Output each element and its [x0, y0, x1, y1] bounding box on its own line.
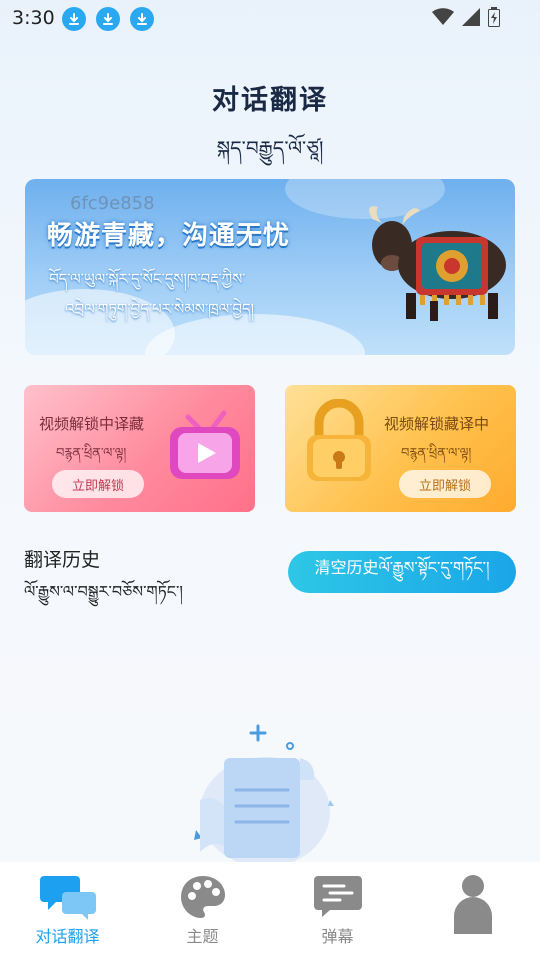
tab-label: 对话翻译 [35, 927, 100, 946]
palette-icon [135, 874, 270, 920]
unlock-now-button[interactable]: 立即解锁 [399, 470, 491, 498]
tab-label: 主题 [186, 927, 219, 946]
promo-banner[interactable]: 6fc9e858 畅游青藏，沟通无忧 བོད་ལ་ཡུལ་སྐོར་དུ་སོང… [25, 179, 515, 355]
yak-illustration [369, 206, 506, 321]
padlock-icon [307, 399, 371, 481]
empty-history-illustration [194, 724, 334, 862]
history-title-tibetan: ལོ་རྒྱུས་ལ་བསྒྱུར་བཅོས་གཏོང་། [24, 582, 183, 601]
tv-play-icon [170, 410, 240, 479]
tab-danmaku[interactable]: 弹幕 [270, 862, 405, 960]
clear-history-button[interactable]: 清空历史ལོ་རྒྱུས་སྟོང་དུ་གཏོང་། [288, 551, 516, 593]
danmaku-icon [270, 874, 405, 920]
bottom-tab-bar: 对话翻译 主题 弹幕 [0, 862, 540, 960]
history-title: 翻译历史 [24, 549, 101, 571]
signal-icon [462, 8, 480, 30]
card-title: 视频解锁中译藏 [39, 415, 145, 433]
banner-slogan: 畅游青藏，沟通无忧 [47, 221, 291, 251]
tab-profile[interactable] [405, 862, 540, 960]
wifi-icon [432, 8, 454, 30]
banner-tibetan-line-2: འབྲེལ་གཏུག་བྱེད་པར་སེམས་ཁྲལ་བྱེད། [65, 300, 254, 318]
unlock-now-button[interactable]: 立即解锁 [52, 470, 144, 498]
status-bar: 3:30 [0, 0, 540, 36]
battery-icon [488, 7, 500, 31]
tab-theme[interactable]: 主题 [135, 862, 270, 960]
chat-bubbles-icon [0, 874, 135, 920]
banner-code-text: 6fc9e858 [70, 193, 155, 214]
page-subtitle-tibetan: སྐད་བརྒྱུད་ལོ་ཙཱ། [216, 136, 324, 160]
download-notification-icon [130, 7, 154, 31]
unlock-zh-to-bo-card[interactable]: 视频解锁中译藏 བརྙན་ཕྲིན་ལ་ལྟ། 立即解锁 [24, 385, 255, 512]
person-icon [405, 874, 540, 934]
card-title: 视频解锁藏译中 [384, 415, 490, 433]
status-time: 3:30 [12, 7, 55, 29]
download-notification-icon [96, 7, 120, 31]
tab-label: 弹幕 [321, 927, 354, 946]
tab-dialog-translate[interactable]: 对话翻译 [0, 862, 135, 960]
page-title: 对话翻译 [212, 85, 328, 116]
download-notification-icon [62, 7, 86, 31]
unlock-bo-to-zh-card[interactable]: 视频解锁藏译中 བརྙན་ཕྲིན་ལ་ལྟ། 立即解锁 [285, 385, 516, 512]
